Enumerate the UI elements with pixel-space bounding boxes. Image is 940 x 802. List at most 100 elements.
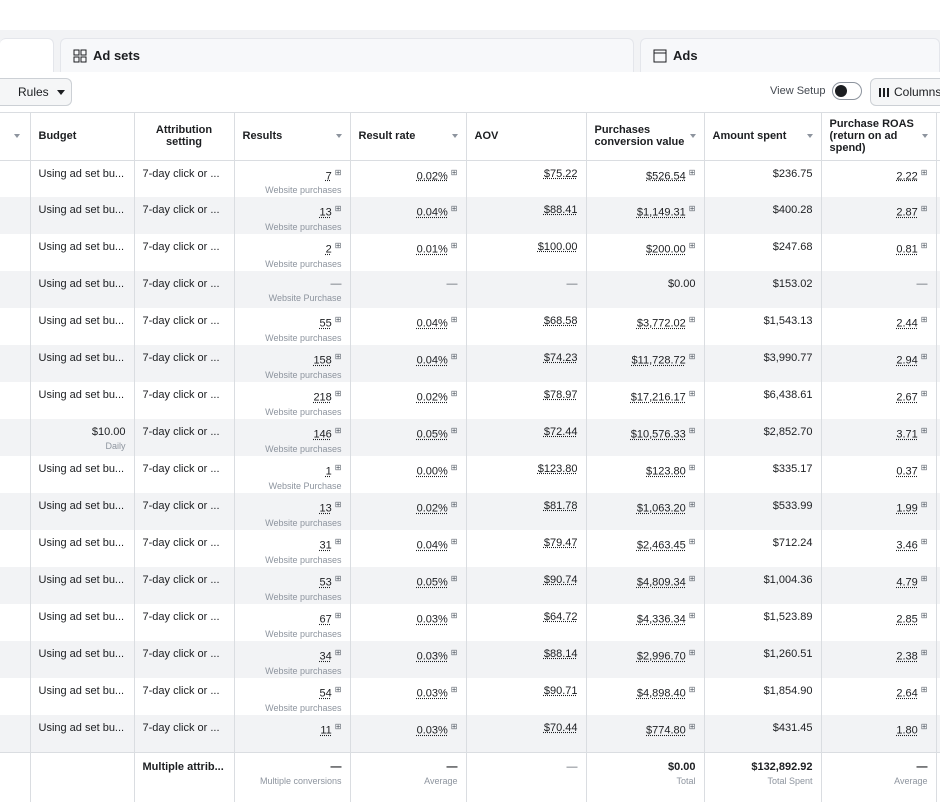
header-results[interactable]: Results bbox=[234, 113, 351, 161]
purchases-value-value[interactable]: $1,063.20 bbox=[637, 503, 686, 515]
rules-button[interactable]: Rules bbox=[0, 78, 72, 106]
results-value[interactable]: 13 bbox=[320, 207, 332, 219]
roas-value[interactable]: 2.94 bbox=[896, 355, 917, 367]
purchases-value-value[interactable]: $4,809.34 bbox=[637, 577, 686, 589]
purchases-value-value[interactable]: $774.80 bbox=[646, 725, 686, 737]
result-rate-value[interactable]: 0.04% bbox=[417, 207, 448, 219]
tab-ad-sets[interactable]: Ad sets bbox=[60, 38, 634, 72]
purchases-value-value[interactable]: $11,728.72 bbox=[632, 355, 686, 367]
aov-value[interactable]: $90.71 bbox=[544, 685, 578, 697]
table-row[interactable]: Using ad set bu... 7-day click or ... 31 ⊞ W… bbox=[0, 530, 940, 567]
results-value[interactable]: 55 bbox=[320, 318, 332, 330]
table-row[interactable]: Using ad set bu... 7-day click or ... 34 ⊞ W… bbox=[0, 641, 940, 678]
results-value[interactable]: 13 bbox=[320, 503, 332, 515]
aov-value[interactable]: $123.80 bbox=[538, 463, 578, 475]
results-value[interactable]: 34 bbox=[320, 651, 332, 663]
table-row[interactable]: Using ad set bu... 7-day click or ... 158 ⊞… bbox=[0, 345, 940, 382]
aov-value[interactable]: $78.97 bbox=[544, 389, 578, 401]
purchases-value-value[interactable]: $10,576.33 bbox=[631, 429, 686, 441]
aov-value[interactable]: $81.78 bbox=[544, 500, 578, 512]
roas-value[interactable]: 0.81 bbox=[896, 244, 917, 256]
purchases-value-value[interactable]: $1,149.31 bbox=[637, 207, 686, 219]
roas-value[interactable]: 0.37 bbox=[896, 466, 917, 478]
result-rate-value[interactable]: 0.03% bbox=[417, 688, 448, 700]
purchases-value-value[interactable]: $123.80 bbox=[646, 466, 686, 478]
result-rate-value[interactable]: 0.03% bbox=[417, 614, 448, 626]
header-amount-spent[interactable]: Amount spent bbox=[704, 113, 822, 161]
header-prev-column[interactable] bbox=[0, 113, 31, 161]
table-row[interactable]: Using ad set bu... 7-day click or ... 55 ⊞ W… bbox=[0, 308, 940, 345]
results-value[interactable]: 2 bbox=[326, 244, 332, 256]
table-row[interactable]: Using ad set bu... 7-day click or ... 13 ⊞ W… bbox=[0, 197, 940, 234]
results-value[interactable]: 7 bbox=[326, 170, 332, 182]
table-row[interactable]: Using ad set bu... 7-day click or ... 13 ⊞ W… bbox=[0, 493, 940, 530]
roas-value[interactable]: 2.87 bbox=[896, 207, 917, 219]
table-row[interactable]: Using ad set bu... 7-day click or ... 53 ⊞ W… bbox=[0, 567, 940, 604]
aov-value[interactable]: $74.23 bbox=[544, 352, 578, 364]
header-attribution[interactable]: Attribution setting bbox=[134, 113, 235, 161]
result-rate-value[interactable]: 0.00% bbox=[417, 466, 448, 478]
purchases-value-value[interactable]: $526.54 bbox=[646, 170, 686, 182]
roas-value[interactable]: 1.99 bbox=[896, 503, 917, 515]
roas-value[interactable]: 2.22 bbox=[896, 170, 917, 182]
header-aov[interactable]: AOV bbox=[466, 113, 587, 161]
result-rate-value[interactable]: 0.02% bbox=[417, 170, 448, 182]
table-row[interactable]: Using ad set bu... 7-day click or ... — Web… bbox=[0, 271, 940, 308]
header-purchase-roas[interactable]: Purchase ROAS (return on ad spend) bbox=[821, 113, 937, 161]
aov-value[interactable]: $79.47 bbox=[544, 537, 578, 549]
table-row[interactable]: $10.00 Daily 7-day click or ... 146 ⊞ Website… bbox=[0, 419, 940, 456]
aov-value[interactable]: $68.58 bbox=[544, 315, 578, 327]
roas-value[interactable]: 2.85 bbox=[896, 614, 917, 626]
roas-value[interactable]: 4.79 bbox=[896, 577, 917, 589]
aov-value[interactable]: $64.72 bbox=[544, 611, 578, 623]
result-rate-value[interactable]: 0.03% bbox=[417, 651, 448, 663]
aov-value[interactable]: $75.22 bbox=[544, 168, 578, 180]
purchases-value-value[interactable]: $2,996.70 bbox=[637, 651, 686, 663]
result-rate-value[interactable]: 0.02% bbox=[417, 392, 448, 404]
aov-value[interactable]: $88.14 bbox=[544, 648, 578, 660]
columns-button[interactable]: Columns bbox=[870, 78, 940, 106]
aov-value[interactable]: $72.44 bbox=[544, 426, 578, 438]
result-rate-value[interactable]: 0.05% bbox=[417, 577, 448, 589]
table-row[interactable]: Using ad set bu... 7-day click or ... 1 ⊞ We… bbox=[0, 456, 940, 493]
results-value[interactable]: 54 bbox=[320, 688, 332, 700]
roas-value[interactable]: 2.38 bbox=[896, 651, 917, 663]
header-purchases-value[interactable]: Purchases conversion value bbox=[586, 113, 705, 161]
results-value[interactable]: 1 bbox=[326, 466, 332, 478]
roas-value[interactable]: 3.71 bbox=[896, 429, 917, 441]
table-row[interactable]: Using ad set bu... 7-day click or ... 218 ⊞… bbox=[0, 382, 940, 419]
header-budget[interactable]: Budget bbox=[30, 113, 135, 161]
roas-value[interactable]: 2.67 bbox=[896, 392, 917, 404]
purchases-value-value[interactable]: $17,216.17 bbox=[631, 392, 686, 404]
result-rate-value[interactable]: 0.04% bbox=[417, 355, 448, 367]
results-value[interactable]: 11 bbox=[320, 725, 331, 737]
table-row[interactable]: Using ad set bu... 7-day click or ... 67 ⊞ W… bbox=[0, 604, 940, 641]
purchases-value-value[interactable]: $3,772.02 bbox=[637, 318, 686, 330]
aov-value[interactable]: $88.41 bbox=[544, 204, 578, 216]
roas-value[interactable]: 3.46 bbox=[896, 540, 917, 552]
view-setup-toggle[interactable] bbox=[832, 82, 862, 100]
table-row[interactable]: Using ad set bu... 7-day click or ... 2 ⊞ We… bbox=[0, 234, 940, 271]
header-result-rate[interactable]: Result rate bbox=[350, 113, 467, 161]
aov-value[interactable]: $90.74 bbox=[544, 574, 578, 586]
result-rate-value[interactable]: 0.02% bbox=[417, 503, 448, 515]
tab-campaigns[interactable] bbox=[0, 38, 54, 72]
tab-ads[interactable]: Ads bbox=[640, 38, 940, 72]
aov-value[interactable]: $70.44 bbox=[544, 722, 578, 734]
result-rate-value[interactable]: 0.01% bbox=[417, 244, 448, 256]
table-row[interactable]: Using ad set bu... 7-day click or ... 7 ⊞ We… bbox=[0, 160, 940, 197]
purchases-value-value[interactable]: $2,463.45 bbox=[637, 540, 686, 552]
result-rate-value[interactable]: 0.05% bbox=[417, 429, 448, 441]
roas-value[interactable]: 2.64 bbox=[896, 688, 917, 700]
result-rate-value[interactable]: 0.04% bbox=[417, 318, 448, 330]
roas-value[interactable]: 2.44 bbox=[896, 318, 917, 330]
aov-value[interactable]: $100.00 bbox=[538, 241, 578, 253]
results-value[interactable]: 31 bbox=[320, 540, 332, 552]
table-row[interactable]: Using ad set bu... 7-day click or ... 54 ⊞ W… bbox=[0, 678, 940, 715]
purchases-value-value[interactable]: $4,336.34 bbox=[637, 614, 686, 626]
results-value[interactable]: 146 bbox=[313, 429, 331, 441]
results-value[interactable]: 53 bbox=[320, 577, 332, 589]
result-rate-value[interactable]: 0.03% bbox=[417, 725, 448, 737]
result-rate-value[interactable]: 0.04% bbox=[417, 540, 448, 552]
results-value[interactable]: 218 bbox=[313, 392, 331, 404]
